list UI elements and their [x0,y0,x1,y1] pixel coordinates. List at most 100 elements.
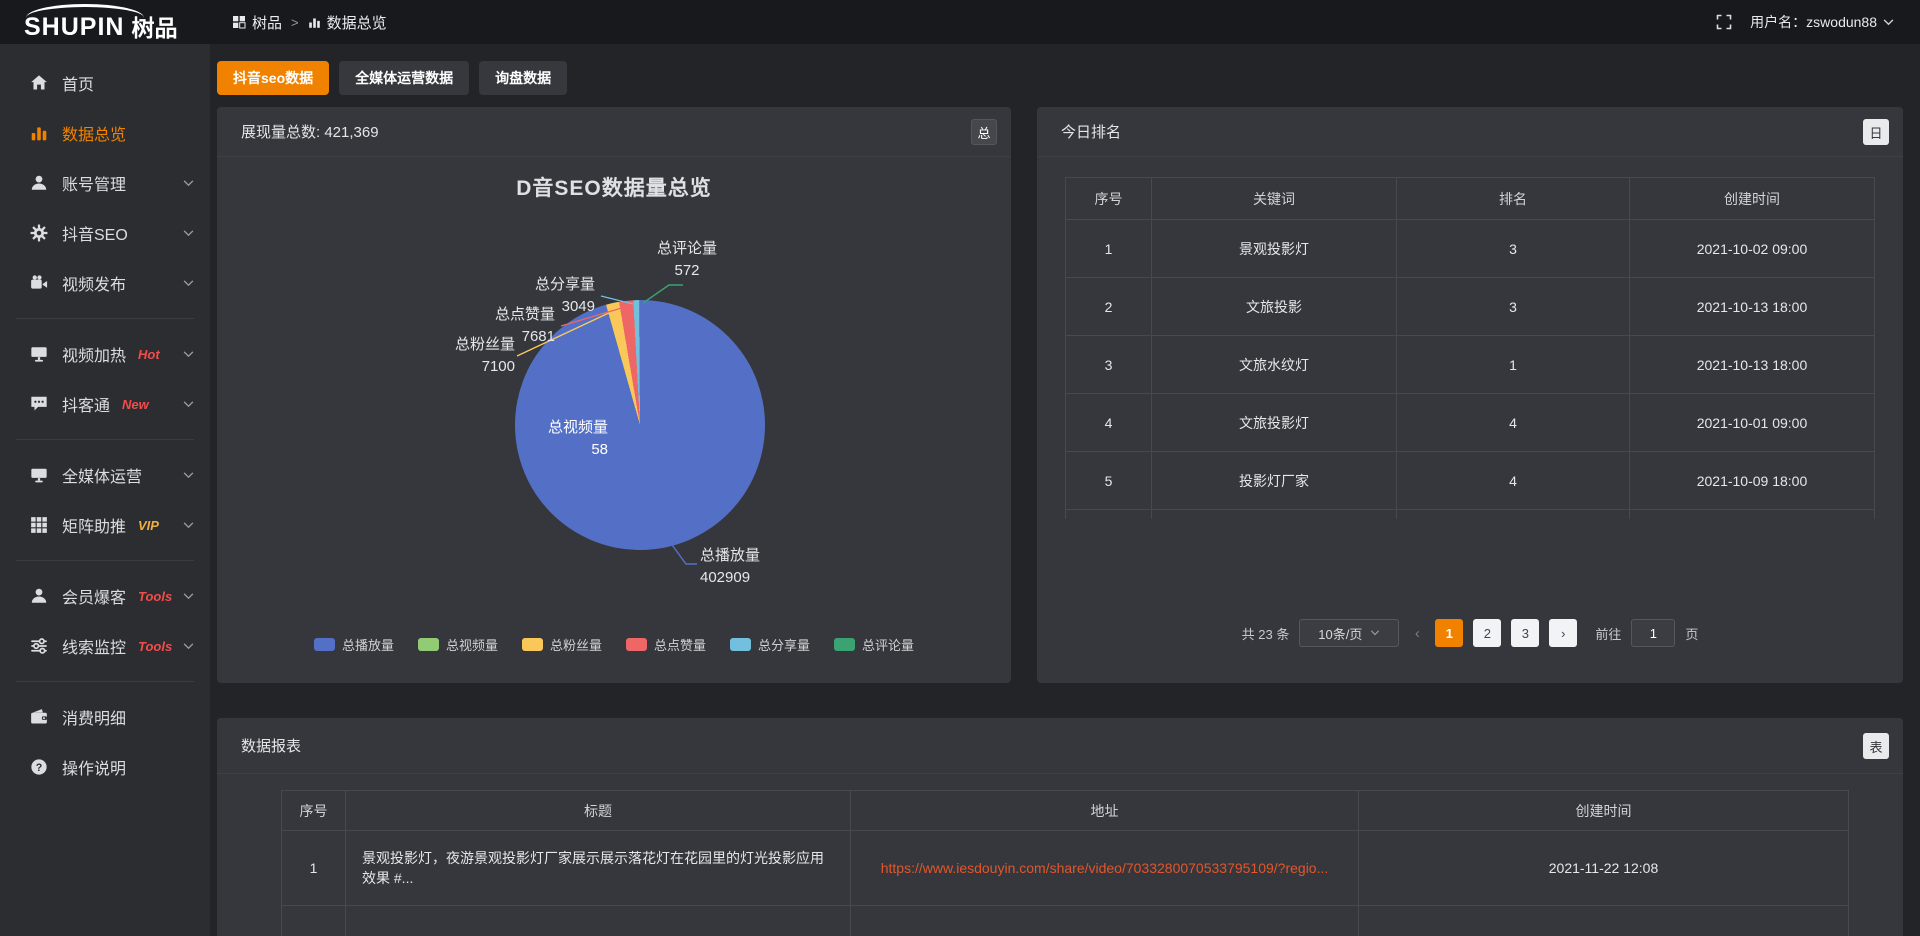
sidebar: 首页 数据总览 账号管理 抖音SEO 视频发布 视频加热 Hot 抖客通 New… [0,44,210,936]
monitor-icon [30,466,48,484]
app-logo: SHUPIN 树品 [0,5,210,40]
total-mode-button[interactable]: 总 [971,119,997,145]
sidebar-item-label: 线索监控 [62,634,126,658]
table-mode-button[interactable]: 表 [1863,733,1889,759]
video-url-link[interactable]: https://www.iesdouyin.com/share/video/70… [851,831,1359,906]
legend-swatch [730,638,751,651]
table-cell: 2021-10-02 09:00 [1630,220,1875,278]
sidebar-item-doukotong[interactable]: 抖客通 New [0,379,210,429]
grid-icon [30,516,48,534]
page-size-select[interactable]: 10条/页 [1299,619,1399,647]
sidebar-item-label: 视频加热 [62,342,126,366]
sidebar-item-help[interactable]: ? 操作说明 [0,742,210,792]
column-header: 关键词 [1152,178,1397,220]
next-page-button[interactable]: › [1549,619,1577,647]
pie-label-plays: 总播放量402909 [700,545,760,589]
report-panel-header: 数据报表 [217,718,1903,774]
page-button-3[interactable]: 3 [1511,619,1539,647]
sliders-icon [30,637,48,655]
table-cell: 2021-10-09 18:00 [1630,452,1875,510]
sidebar-item-label: 数据总览 [62,121,126,145]
chevron-down-icon [183,280,194,287]
column-header: 序号 [1066,178,1152,220]
today-ranking-panel: 今日排名 日 序号 关键词 排名 创建时间 1 景观投影灯 3 2021-10-… [1037,107,1903,683]
tools-badge: Tools [138,589,172,604]
clipped-row [1397,510,1630,519]
gear-icon [30,224,48,242]
clipped-row [282,906,346,936]
tab-media-ops-data[interactable]: 全媒体运营数据 [339,61,469,95]
username-menu[interactable]: 用户名：zswodun88 [1750,12,1894,32]
sidebar-item-video-publish[interactable]: 视频发布 [0,258,210,308]
chevron-down-icon [183,593,194,600]
sidebar-item-spend-detail[interactable]: 消费明细 [0,692,210,742]
sidebar-item-label: 首页 [62,71,94,95]
sidebar-item-home[interactable]: 首页 [0,58,210,108]
legend-item-videos[interactable]: 总视频量 [418,635,498,654]
sidebar-item-video-heat[interactable]: 视频加热 Hot [0,329,210,379]
chevron-down-icon [183,180,194,187]
legend-item-comments[interactable]: 总评论量 [834,635,914,654]
breadcrumb-current[interactable]: 数据总览 [308,12,387,33]
tab-inquiry-data[interactable]: 询盘数据 [479,61,567,95]
sidebar-item-label: 抖音SEO [62,221,128,245]
sidebar-item-account[interactable]: 账号管理 [0,158,210,208]
sidebar-item-clue-monitor[interactable]: 线索监控 Tools [0,621,210,671]
svg-text:?: ? [36,762,43,774]
sidebar-item-media-ops[interactable]: 全媒体运营 [0,450,210,500]
legend-item-plays[interactable]: 总播放量 [314,635,394,654]
top-bar: SHUPIN 树品 树品 > 数据总览 用户名：zswodun88 [0,0,1920,44]
sidebar-item-data-overview[interactable]: 数据总览 [0,108,210,158]
legend-item-likes[interactable]: 总点赞量 [626,635,706,654]
table-cell: 投影灯厂家 [1152,452,1397,510]
table-cell: 4 [1066,394,1152,452]
clipped-row [1066,510,1152,519]
seo-chart-panel: 展现量总数: 421,369 总 D音SEO数据量总览 总评论量572 总分享量… [217,107,1011,683]
legend-item-fans[interactable]: 总粉丝量 [522,635,602,654]
breadcrumb-root[interactable]: 树品 [232,12,282,33]
chat-icon [30,395,48,413]
page-button-2[interactable]: 2 [1473,619,1501,647]
question-icon: ? [30,758,48,776]
table-cell: 2021-10-13 18:00 [1630,278,1875,336]
pie-label-videos: 总视频量58 [548,417,608,461]
tab-douyin-seo-data[interactable]: 抖音seo数据 [217,61,329,95]
sidebar-item-label: 会员爆客 [62,584,126,608]
legend-swatch [834,638,855,651]
chevron-down-icon [1883,19,1894,26]
ranking-panel-title: 今日排名 [1061,121,1121,142]
sidebar-item-member-burst[interactable]: 会员爆客 Tools [0,571,210,621]
table-cell: 2021-10-13 18:00 [1630,336,1875,394]
legend-item-shares[interactable]: 总分享量 [730,635,810,654]
table-cell: 文旅水纹灯 [1152,336,1397,394]
breadcrumb-root-label: 树品 [252,12,282,33]
clipped-row [851,906,1359,936]
sidebar-item-douyin-seo[interactable]: 抖音SEO [0,208,210,258]
prev-page-button[interactable]: ‹ [1409,625,1425,642]
chart-legend: 总播放量 总视频量 总粉丝量 总点赞量 总分享量 总评论量 [217,635,1011,654]
total-count-label: 共 23 条 [1242,624,1290,643]
table-cell: 1 [1397,336,1630,394]
table-cell: 3 [1397,278,1630,336]
table-cell: 5 [1066,452,1152,510]
table-cell: 1 [1066,220,1152,278]
chevron-down-icon [183,643,194,650]
vip-badge: VIP [138,518,159,533]
fullscreen-icon[interactable] [1716,14,1732,30]
chevron-down-icon [183,522,194,529]
day-mode-button[interactable]: 日 [1863,119,1889,145]
clipped-row [1630,510,1875,519]
legend-swatch [522,638,543,651]
table-cell: 文旅投影灯 [1152,394,1397,452]
sidebar-item-matrix-boost[interactable]: 矩阵助推 VIP [0,500,210,550]
table-cell: 2021-10-01 09:00 [1630,394,1875,452]
clipped-row [1152,510,1397,519]
video-title-cell: 景观投影灯，夜游景观投影灯厂家展示展示落花灯在花园里的灯光投影应用效果 #... [346,831,851,906]
user-icon [30,174,48,192]
report-table: 序号 标题 地址 创建时间 1 景观投影灯，夜游景观投影灯厂家展示展示落花灯在花… [281,790,1849,936]
page-button-1[interactable]: 1 [1435,619,1463,647]
goto-page-input[interactable] [1631,619,1675,647]
ranking-table: 序号 关键词 排名 创建时间 1 景观投影灯 3 2021-10-02 09:0… [1065,177,1875,519]
sidebar-item-label: 矩阵助推 [62,513,126,537]
legend-swatch [314,638,335,651]
